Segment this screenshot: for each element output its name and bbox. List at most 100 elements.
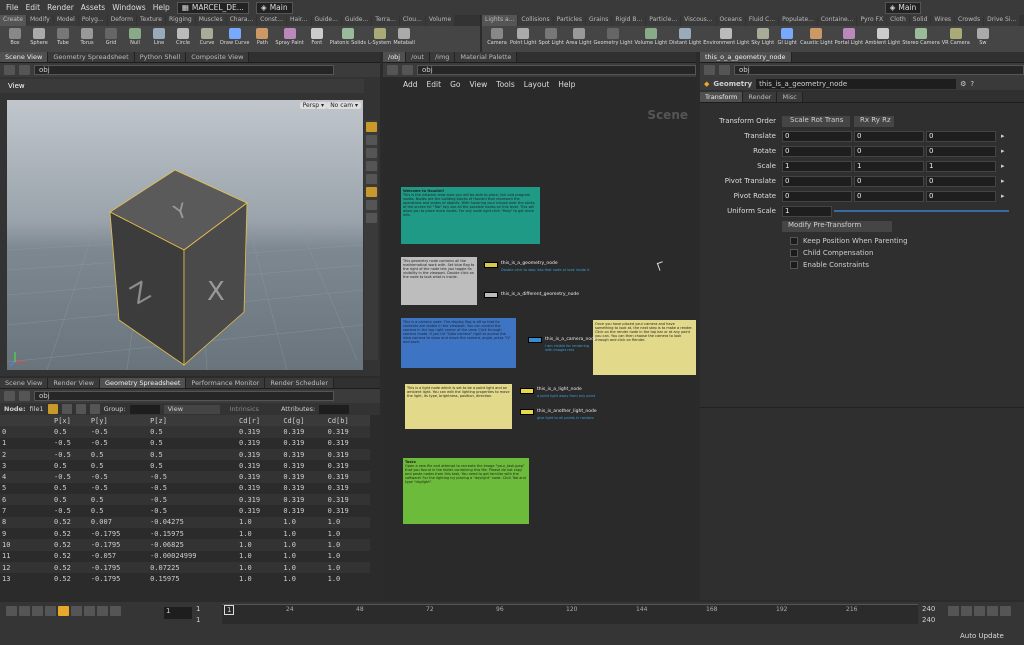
column-header[interactable] — [0, 415, 52, 427]
column-header[interactable]: P[z] — [148, 415, 238, 427]
shelf-tool[interactable]: Sw — [972, 28, 994, 46]
grid-toggle-icon[interactable] — [365, 213, 377, 223]
sticky-tasks[interactable]: Tasks Open a new file and attempt to recr… — [403, 458, 529, 524]
shelf-tab[interactable]: Lights a... — [482, 15, 518, 26]
next-key-icon[interactable] — [97, 606, 108, 616]
param-field-z[interactable]: 1 — [926, 160, 996, 172]
column-header[interactable]: Cd[r] — [237, 415, 282, 427]
column-header[interactable]: Cd[g] — [281, 415, 326, 427]
uniform-scale-slider[interactable] — [834, 210, 1009, 212]
primitives-icon[interactable] — [75, 404, 86, 414]
network-menu-item[interactable]: Tools — [496, 80, 514, 89]
network-menu-item[interactable]: Add — [403, 80, 418, 89]
param-field-z[interactable]: 0 — [926, 190, 996, 202]
lock-icon[interactable] — [365, 148, 377, 158]
desktop-selector-main[interactable]: ◈ Main — [255, 1, 293, 14]
param-field-x[interactable]: 0 — [782, 145, 852, 157]
shelf-tool[interactable]: Distant Light — [669, 28, 701, 46]
start-frame[interactable]: 1 — [196, 605, 200, 613]
visibility-icon[interactable] — [365, 161, 377, 171]
transform-order-menu[interactable]: Scale Rot Trans — [782, 115, 850, 127]
shelf-tool[interactable]: Camera — [486, 28, 508, 46]
sticky-geometry[interactable]: This geometry node contains all the math… — [401, 257, 477, 305]
param-field-y[interactable]: 0 — [854, 145, 924, 157]
shelf-tab[interactable]: Polyg... — [78, 15, 107, 26]
pane-tab[interactable]: Transform — [700, 92, 744, 102]
ghost-icon[interactable] — [365, 200, 377, 210]
prev-key-icon[interactable] — [19, 606, 30, 616]
shelf-tab[interactable]: Deform — [107, 15, 136, 26]
checkbox[interactable] — [790, 237, 798, 245]
view-menu[interactable]: View — [163, 404, 220, 414]
play-reverse-icon[interactable] — [45, 606, 56, 616]
shading-icon[interactable] — [365, 174, 377, 184]
param-expand-icon[interactable]: ▸ — [1001, 192, 1005, 200]
shelf-tool[interactable]: Ambient Light — [865, 28, 900, 46]
shelf-tool[interactable]: Stereo Camera — [902, 28, 940, 46]
jump-start-icon[interactable] — [6, 606, 17, 616]
loop-icon[interactable] — [974, 606, 985, 616]
detail-icon[interactable] — [89, 404, 100, 414]
forward-arrow-icon[interactable] — [19, 65, 30, 75]
current-frame-field[interactable]: 1 — [164, 607, 192, 619]
column-header[interactable]: P[x] — [52, 415, 89, 427]
pane-tab[interactable]: Render — [743, 92, 778, 102]
points-icon[interactable] — [47, 404, 58, 414]
shelf-tab[interactable]: Particle... — [646, 15, 681, 26]
param-field-z[interactable]: 0 — [926, 175, 996, 187]
settings-icon[interactable] — [1000, 606, 1011, 616]
geometry-node[interactable] — [484, 262, 498, 268]
param-expand-icon[interactable]: ▸ — [1001, 177, 1005, 185]
back-arrow-icon[interactable] — [4, 65, 15, 75]
shelf-tool[interactable]: VR Camera — [942, 28, 970, 46]
shelf-tool[interactable]: Metaball — [393, 28, 415, 46]
sticky-camera[interactable]: This is a camera node. The display flag … — [401, 318, 516, 368]
param-expand-icon[interactable]: ▸ — [1001, 162, 1005, 170]
help-icon[interactable]: ? — [970, 80, 974, 88]
pane-tab[interactable]: Misc — [777, 92, 803, 102]
param-field-x[interactable]: 1 — [782, 160, 852, 172]
shelf-tool[interactable]: Geometry Light — [594, 28, 633, 46]
menu-assets[interactable]: Assets — [81, 3, 105, 12]
param-field-x[interactable]: 0 — [782, 175, 852, 187]
shelf-tab[interactable]: Crowds — [955, 15, 984, 26]
intrinsics-button[interactable]: Intrinsics — [230, 405, 259, 413]
pane-tab[interactable]: Performance Monitor — [186, 378, 266, 388]
menu-help[interactable]: Help — [153, 3, 170, 12]
shelf-tool[interactable]: L-System — [368, 28, 391, 46]
pane-tab[interactable]: /img — [429, 52, 456, 62]
shelf-tab[interactable]: Guide... — [341, 15, 372, 26]
uniform-scale-field[interactable]: 1 — [782, 205, 832, 217]
network-menu-item[interactable]: Go — [450, 80, 460, 89]
param-expand-icon[interactable]: ▸ — [1001, 147, 1005, 155]
param-field-y[interactable]: 0 — [854, 175, 924, 187]
pane-tab[interactable]: /out — [406, 52, 430, 62]
shelf-tab[interactable]: Model — [53, 15, 78, 26]
shelf-tool[interactable]: Torus — [76, 28, 98, 46]
menu-render[interactable]: Render — [47, 3, 74, 12]
shelf-tool[interactable]: GI Light — [776, 28, 798, 46]
pane-tab[interactable]: Geometry Spreadsheet — [48, 52, 135, 62]
shelf-tab[interactable]: Modify — [26, 15, 53, 26]
shelf-tab[interactable]: Texture — [136, 15, 165, 26]
timeline-ruler[interactable]: 1 24 48 72 96 120 144 168 192 216 — [222, 604, 918, 624]
pane-tab[interactable]: Scene View — [0, 52, 49, 62]
attributes-field[interactable] — [319, 404, 350, 414]
display-options-icon[interactable] — [365, 122, 377, 132]
stop-icon[interactable] — [58, 606, 69, 616]
shelf-tab[interactable]: Volume — [425, 15, 455, 26]
persp-menu[interactable]: Persp ▾ — [299, 102, 327, 109]
key-icon[interactable] — [948, 606, 959, 616]
network-menu-item[interactable]: Edit — [427, 80, 442, 89]
step-forward-icon[interactable] — [84, 606, 95, 616]
param-field-y[interactable]: 1 — [854, 160, 924, 172]
checkbox[interactable] — [790, 261, 798, 269]
back-arrow-icon[interactable] — [704, 65, 715, 75]
sticky-render[interactable]: Once you have placed your camera and hav… — [593, 320, 696, 375]
shelf-tool[interactable]: Font — [306, 28, 328, 46]
different-geometry-node[interactable] — [484, 292, 498, 298]
pane-tab[interactable]: Material Palette — [455, 52, 518, 62]
play-icon[interactable] — [71, 606, 82, 616]
gear-icon[interactable]: ⚙ — [960, 80, 966, 88]
shelf-tool[interactable]: Point Light — [510, 28, 536, 46]
